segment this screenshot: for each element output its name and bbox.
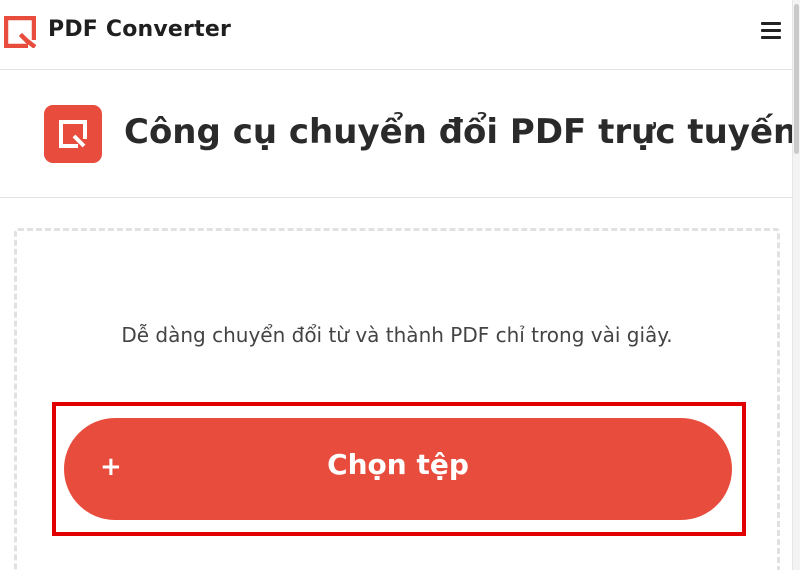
top-bar: PDF Converter: [0, 0, 792, 70]
logo-icon[interactable]: [4, 16, 36, 48]
choose-file-button[interactable]: + Chọn tệp: [64, 418, 732, 520]
hero-section: Công cụ chuyển đổi PDF trực tuyến: [0, 70, 797, 198]
brand-name[interactable]: PDF Converter: [48, 17, 231, 42]
choose-file-label: Chọn tệp: [327, 448, 469, 481]
scrollbar[interactable]: [792, 0, 800, 570]
scrollbar-thumb[interactable]: [794, 4, 799, 154]
dropzone-description: Dễ dàng chuyển đổi từ và thành PDF chỉ t…: [121, 323, 673, 347]
menu-icon[interactable]: [758, 20, 784, 42]
page-title: Công cụ chuyển đổi PDF trực tuyến: [124, 112, 798, 152]
pdf-converter-icon: [44, 105, 102, 163]
